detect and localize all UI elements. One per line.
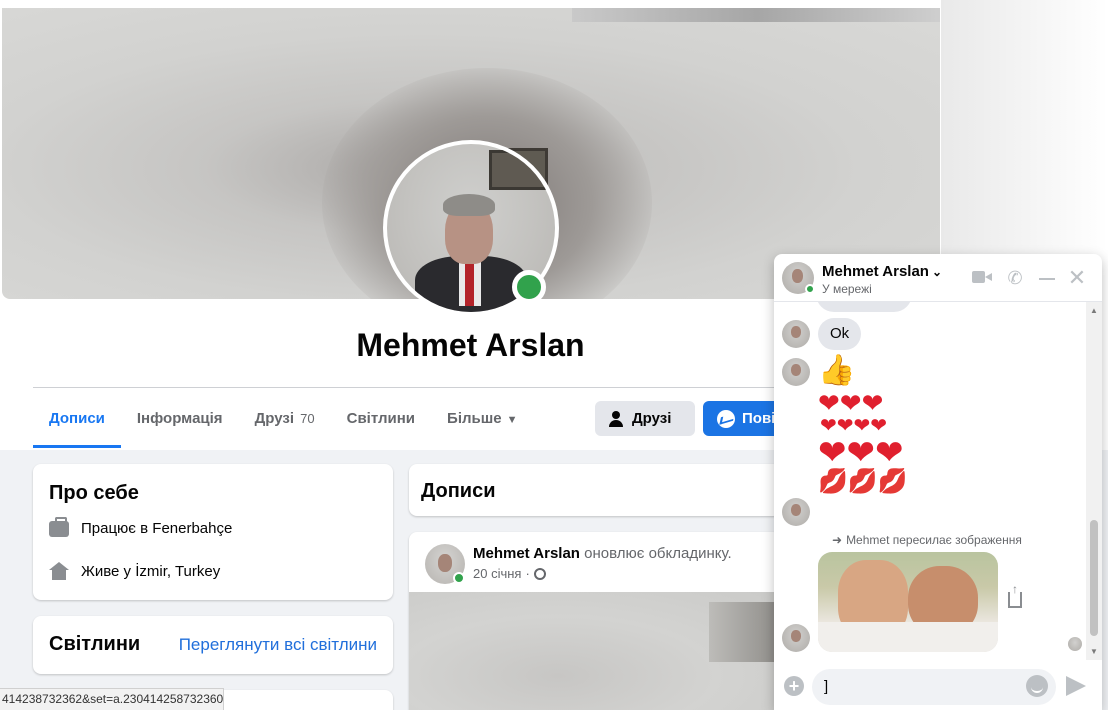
work-text: Працює в Fenerbahçe xyxy=(81,520,232,537)
post-header: Mehmet Arslan оновлює обкладинку. xyxy=(473,545,732,562)
photo-tie xyxy=(465,262,474,306)
chevron-down-icon: ⌄ xyxy=(931,265,943,279)
hearts-row: ❤❤❤ xyxy=(818,388,884,418)
message-input[interactable]: ] xyxy=(812,669,1056,705)
send-icon[interactable] xyxy=(1066,676,1086,696)
hearts-row: ❤❤❤ xyxy=(818,434,904,472)
photos-title: Світлини xyxy=(49,633,141,655)
photo-frame xyxy=(489,150,547,190)
about-work: Працює в Fenerbahçe xyxy=(49,516,232,537)
scroll-up-icon[interactable]: ▲ xyxy=(1090,306,1098,315)
see-all-photos-link[interactable]: Переглянути всі світлини xyxy=(179,635,377,655)
message-bubble[interactable]: Ok xyxy=(818,318,862,350)
chat-messages[interactable]: Ok 👍 ❤❤❤ ❤❤❤❤ ❤❤❤ 💋💋💋 ➜ Mehmet пересилає… xyxy=(774,302,1102,660)
chat-composer: + ] xyxy=(774,660,1102,710)
profile-tabs: Дописи Інформація Друзі 70 Світлини Біль… xyxy=(33,390,533,448)
seen-avatar xyxy=(1068,637,1082,651)
forwarded-note: ➜ Mehmet пересилає зображення xyxy=(832,533,1022,547)
kiss-lips-row: 💋💋💋 xyxy=(818,468,908,495)
home-icon xyxy=(49,562,69,580)
browser-status-bar: 414238732362&set=a.230414258732360 xyxy=(0,688,224,710)
post-card: Mehmet Arslan оновлює обкладинку. 20 січ… xyxy=(409,532,781,710)
minimize-icon[interactable] xyxy=(1036,268,1058,288)
share-icon[interactable] xyxy=(1008,582,1022,608)
chat-window: Mehmet Arslan ⌄ У мережі ✆ ✕ Ok 👍 ❤❤❤ ❤❤❤… xyxy=(774,254,1102,710)
tab-photos[interactable]: Світлини xyxy=(331,390,431,448)
photo-hair xyxy=(443,194,495,216)
chat-status: У мережі xyxy=(822,282,872,296)
caret-down-icon: ▼ xyxy=(506,414,518,426)
chat-header[interactable]: Mehmet Arslan ⌄ У мережі ✆ ✕ xyxy=(774,254,1102,302)
online-status-indicator xyxy=(512,270,546,304)
message-avatar xyxy=(782,320,810,348)
tab-posts-label: Дописи xyxy=(49,410,105,427)
briefcase-icon xyxy=(49,516,69,537)
thumbs-up-icon[interactable]: 👍 xyxy=(818,354,855,388)
video-call-icon[interactable] xyxy=(972,268,994,288)
chat-scrollbar[interactable]: ▲ ▼ xyxy=(1086,302,1102,660)
previous-message-bubble xyxy=(816,302,912,312)
lives-place-link[interactable]: İzmir, Turkey xyxy=(135,563,220,580)
photos-card: Світлини Переглянути всі світлини xyxy=(33,616,393,674)
post-author-link[interactable]: Mehmet Arslan xyxy=(473,545,580,562)
tab-more[interactable]: Більше ▼ xyxy=(431,390,533,448)
scrollbar-thumb[interactable] xyxy=(1090,520,1098,636)
friends-button-label: Друзі xyxy=(632,410,672,427)
tab-friends-label: Друзі xyxy=(254,410,294,427)
header-divider xyxy=(33,387,781,388)
forward-note-text: Mehmet пересилає зображення xyxy=(846,533,1022,547)
post-date-link[interactable]: 20 січня xyxy=(473,566,521,581)
tab-posts[interactable]: Дописи xyxy=(33,390,121,448)
globe-icon xyxy=(533,567,546,580)
chat-contact-name[interactable]: Mehmet Arslan ⌄ xyxy=(822,263,942,280)
post-image[interactable] xyxy=(409,592,781,710)
emoji-icon[interactable] xyxy=(1026,675,1048,697)
posts-title: Дописи xyxy=(421,480,496,502)
online-dot xyxy=(453,572,465,584)
forward-arrow-icon: ➜ xyxy=(832,533,843,547)
work-prefix: Працює в xyxy=(81,520,149,537)
hearts-row: ❤❤❤❤ xyxy=(820,415,888,437)
dot-separator: · xyxy=(525,566,530,581)
message-avatar xyxy=(782,624,810,652)
friends-count: 70 xyxy=(300,411,315,426)
close-icon[interactable]: ✕ xyxy=(1066,267,1088,289)
scroll-down-icon[interactable]: ▼ xyxy=(1090,647,1098,656)
about-card: Про себе Працює в Fenerbahçe Живе у İzmi… xyxy=(33,464,393,600)
about-lives: Живе у İzmir, Turkey xyxy=(49,562,220,580)
online-dot xyxy=(805,284,815,294)
shared-image[interactable] xyxy=(818,552,998,652)
messenger-icon xyxy=(717,409,735,428)
message-avatar xyxy=(782,498,810,526)
tab-about[interactable]: Інформація xyxy=(121,390,239,448)
tab-photos-label: Світлини xyxy=(346,410,416,427)
about-title: Про себе xyxy=(49,482,139,504)
chat-name-text: Mehmet Arslan xyxy=(822,263,929,280)
work-place-link[interactable]: Fenerbahçe xyxy=(152,520,232,537)
friend-check-icon xyxy=(609,410,625,427)
tab-more-label: Більше xyxy=(447,410,502,427)
image-shape xyxy=(818,622,998,652)
plus-icon[interactable]: + xyxy=(784,676,804,696)
post-meta: 20 січня · xyxy=(473,566,546,581)
post-action-text: оновлює обкладинку. xyxy=(584,545,732,562)
lives-prefix: Живе у xyxy=(81,562,132,580)
tab-friends[interactable]: Друзі 70 xyxy=(239,390,331,448)
message-avatar xyxy=(782,358,810,386)
lives-text: Живе у İzmir, Turkey xyxy=(81,563,220,580)
tab-about-label: Інформація xyxy=(136,410,223,427)
posts-header-card: Дописи xyxy=(409,464,781,516)
phone-icon[interactable]: ✆ xyxy=(1004,268,1026,288)
friends-button[interactable]: Друзі xyxy=(595,401,695,436)
cover-decoration xyxy=(572,8,940,22)
hearts-message[interactable]: ❤❤❤ ❤❤❤❤ ❤❤❤ 💋💋💋 xyxy=(818,390,928,494)
